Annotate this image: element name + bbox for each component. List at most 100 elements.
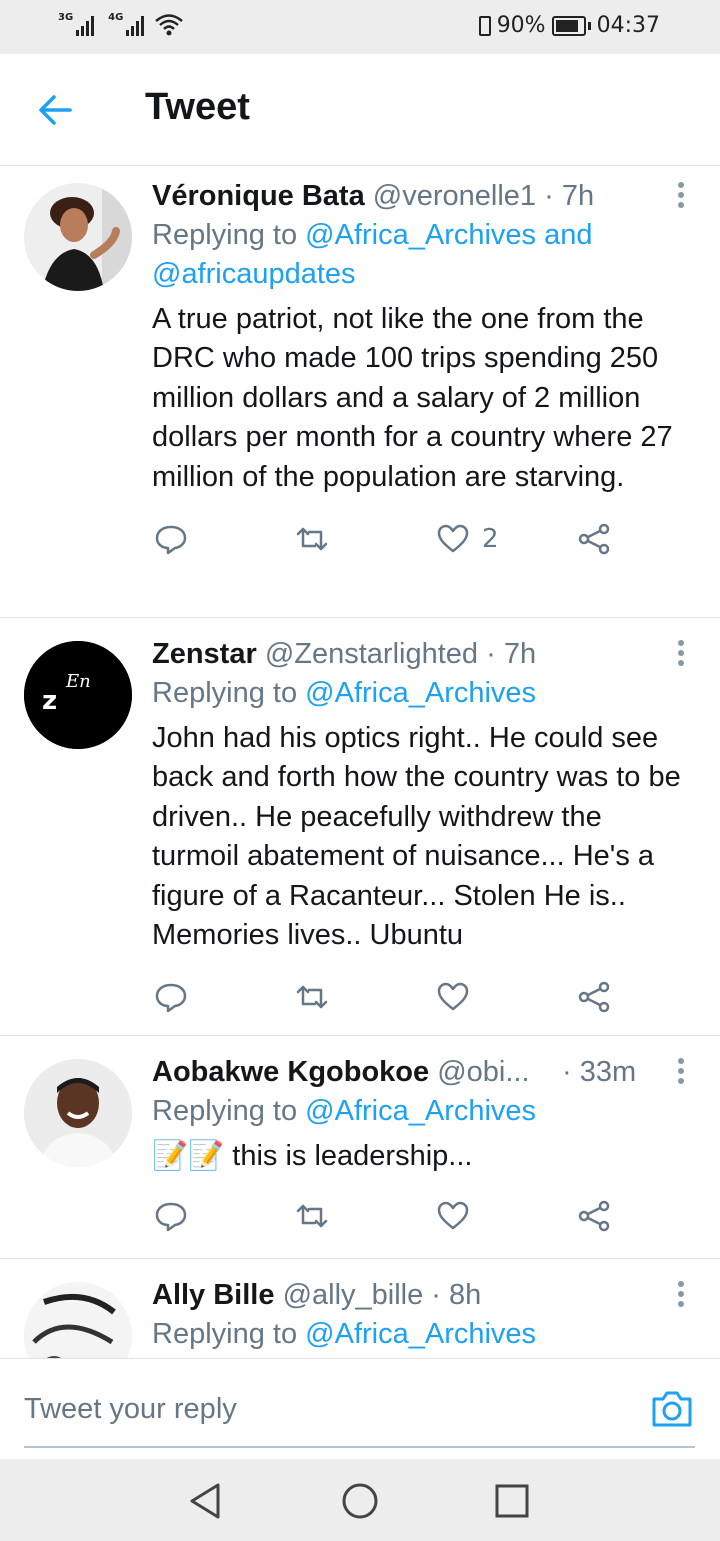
share-button[interactable] <box>577 977 611 1017</box>
reply-icon <box>155 984 187 1013</box>
like-button[interactable] <box>436 1196 470 1236</box>
more-options-icon[interactable] <box>678 182 686 212</box>
replying-prefix: Replying to <box>152 1095 306 1127</box>
system-nav-bar <box>0 1459 720 1541</box>
avatar-logo-icon: z En <box>24 641 132 749</box>
display-name[interactable]: Aobakwe Kgobokoe <box>152 1056 429 1088</box>
display-name[interactable]: Zenstar <box>152 638 257 670</box>
separator: · <box>536 180 562 212</box>
more-options-icon[interactable] <box>678 640 686 670</box>
replying-to: Replying to @Africa_Archives <box>152 1315 694 1354</box>
replying-to: Replying to @Africa_Archives and @africa… <box>152 216 694 294</box>
replying-prefix: Replying to <box>152 219 306 251</box>
clock: 04:37 <box>596 13 660 38</box>
camera-icon[interactable] <box>650 1389 694 1429</box>
vibrate-icon <box>478 15 491 36</box>
signal-3g-icon: 3G <box>58 12 95 36</box>
tweet-item[interactable]: Véronique Bata @veronelle1 · 7h Replying… <box>0 166 720 618</box>
replying-to: Replying to @Africa_Archives <box>152 1092 694 1131</box>
avatar[interactable]: z En <box>24 641 132 749</box>
system-indicators: 90% 04:37 <box>478 13 660 38</box>
tweet-item[interactable]: Aobakwe Kgobokoe @obi... · 33m Replying … <box>0 1036 720 1259</box>
battery-tip-icon <box>587 21 591 30</box>
mention-link[interactable]: @Africa_Archives <box>305 677 536 709</box>
signal-4g-icon: 4G <box>108 12 145 36</box>
timestamp: 7h <box>503 638 537 670</box>
recents-square-icon[interactable] <box>492 1481 532 1521</box>
replying-prefix: Replying to <box>152 1318 306 1350</box>
avatar[interactable] <box>24 1282 132 1358</box>
tweet-header: Aobakwe Kgobokoe @obi... · 33m <box>152 1052 694 1092</box>
tweet-text: 📝📝 this is leadership... <box>152 1137 694 1176</box>
avatar-stethoscope-icon <box>24 1282 132 1358</box>
memo-emoji-icon: 📝📝 <box>152 1140 225 1172</box>
svg-text:En: En <box>65 671 91 692</box>
mention-link[interactable]: @Africa_Archives <box>305 1318 536 1350</box>
user-handle[interactable]: @ally_bille <box>283 1279 424 1311</box>
home-circle-icon[interactable] <box>340 1481 380 1521</box>
mention-link[interactable]: @africaupdates <box>152 258 356 290</box>
more-options-icon[interactable] <box>678 1281 686 1311</box>
tweet-actions <box>152 977 694 1037</box>
heart-icon <box>437 1202 469 1230</box>
reply-composer: Tweet your reply <box>0 1358 720 1460</box>
reply-icon <box>155 525 187 555</box>
avatar-photo-icon <box>24 183 132 291</box>
input-underline <box>24 1446 695 1448</box>
reply-button[interactable] <box>154 1196 188 1236</box>
tweet-text-body: this is leadership... <box>232 1140 473 1172</box>
network-3g-label: 3G <box>58 12 74 23</box>
reply-icon <box>155 1203 187 1232</box>
share-button[interactable] <box>577 519 611 559</box>
replying-prefix: Replying to <box>152 677 306 709</box>
network-4g-label: 4G <box>108 12 124 23</box>
battery-icon <box>551 15 586 36</box>
reply-button[interactable] <box>154 977 188 1017</box>
back-arrow-icon[interactable] <box>34 88 78 132</box>
reply-input[interactable]: Tweet your reply <box>24 1393 237 1426</box>
like-button[interactable]: 2 <box>436 519 499 559</box>
tweet-item[interactable]: z En Zenstar @Zenstarlighted · 7h Replyi… <box>0 618 720 1036</box>
separator: · <box>478 638 504 670</box>
like-button[interactable] <box>436 977 470 1017</box>
app-bar: Tweet <box>0 54 720 166</box>
user-handle[interactable]: @Zenstarlighted <box>265 638 478 670</box>
tweet-actions: 2 <box>152 519 694 579</box>
share-icon <box>578 523 610 555</box>
heart-icon <box>437 524 469 553</box>
display-name[interactable]: Véronique Bata <box>152 180 365 212</box>
share-icon <box>578 982 610 1013</box>
timestamp: 33m <box>579 1056 637 1088</box>
separator: · <box>423 1279 450 1311</box>
timestamp: 8h <box>449 1279 482 1311</box>
timestamp: 7h <box>561 180 595 212</box>
back-triangle-icon[interactable] <box>186 1481 226 1521</box>
avatar[interactable] <box>24 183 132 291</box>
more-options-icon[interactable] <box>678 1058 686 1088</box>
user-handle[interactable]: @veronelle1 <box>373 180 536 212</box>
replies-feed[interactable]: Véronique Bata @veronelle1 · 7h Replying… <box>0 166 720 1358</box>
tweet-item[interactable]: Ally Bille @ally_bille · 8h Replying to … <box>0 1259 720 1358</box>
tweet-header: Ally Bille @ally_bille · 8h <box>152 1275 694 1315</box>
tweet-text: A true patriot, not like the one from th… <box>152 303 673 493</box>
avatar[interactable] <box>24 1059 132 1167</box>
display-name[interactable]: Ally Bille <box>152 1279 275 1311</box>
retweet-icon <box>296 986 328 1009</box>
reply-button[interactable] <box>154 519 188 559</box>
mention-link[interactable]: @Africa_Archives and <box>305 219 592 251</box>
share-button[interactable] <box>577 1196 611 1236</box>
wifi-icon <box>155 14 184 36</box>
tweet-text: John had his optics right.. He could see… <box>152 722 681 952</box>
replying-to: Replying to @Africa_Archives <box>152 674 694 713</box>
tweet-actions <box>152 1196 694 1256</box>
user-handle[interactable]: @obi... <box>437 1056 529 1088</box>
svg-text:z: z <box>42 686 57 716</box>
separator: · <box>562 1056 580 1088</box>
heart-icon <box>437 983 469 1011</box>
like-count: 2 <box>482 524 499 555</box>
battery-percent: 90% <box>496 13 546 38</box>
mention-link[interactable]: @Africa_Archives <box>305 1095 536 1127</box>
retweet-button[interactable] <box>295 519 329 559</box>
retweet-button[interactable] <box>295 1196 329 1236</box>
retweet-button[interactable] <box>295 977 329 1017</box>
